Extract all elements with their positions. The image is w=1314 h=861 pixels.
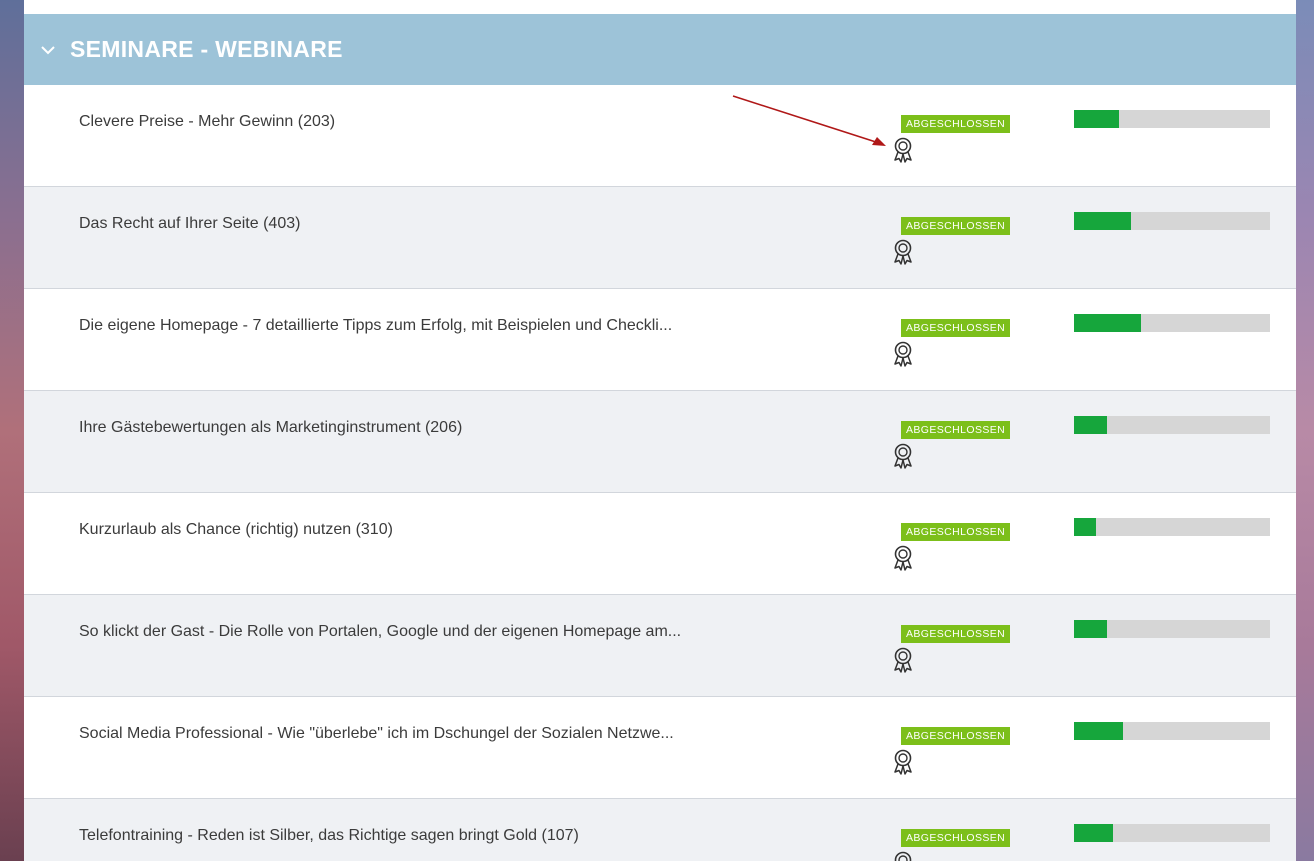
award-icon[interactable] [892, 545, 914, 571]
course-row[interactable]: Die eigene Homepage - 7 detaillierte Tip… [24, 289, 1296, 391]
status-badge: ABGESCHLOSSEN [901, 727, 1011, 745]
award-icon[interactable] [892, 647, 914, 673]
progress-fill [1074, 722, 1123, 740]
progress-bar [1074, 824, 1270, 842]
status-badge: ABGESCHLOSSEN [901, 523, 1011, 541]
progress-fill [1074, 416, 1108, 434]
progress-bar [1074, 314, 1270, 332]
course-title[interactable]: Ihre Gästebewertungen als Marketinginstr… [79, 419, 462, 437]
progress-bar [1074, 416, 1270, 434]
progress-fill [1074, 110, 1120, 128]
background-left [0, 0, 24, 861]
award-icon[interactable] [892, 239, 914, 265]
progress-bar [1074, 620, 1270, 638]
status-badge: ABGESCHLOSSEN [901, 115, 1011, 133]
course-title[interactable]: So klickt der Gast - Die Rolle von Porta… [79, 623, 681, 641]
award-icon[interactable] [892, 341, 914, 367]
progress-fill [1074, 212, 1131, 230]
progress-bar [1074, 212, 1270, 230]
course-title[interactable]: Kurzurlaub als Chance (richtig) nutzen (… [79, 521, 393, 539]
award-icon[interactable] [892, 749, 914, 775]
course-row[interactable]: Telefontraining - Reden ist Silber, das … [24, 799, 1296, 861]
status-badge: ABGESCHLOSSEN [901, 829, 1011, 847]
background-right [1296, 0, 1314, 861]
status-badge: ABGESCHLOSSEN [901, 421, 1011, 439]
course-title[interactable]: Das Recht auf Ihrer Seite (403) [79, 215, 300, 233]
course-row[interactable]: Clevere Preise - Mehr Gewinn (203) ABGESC… [24, 85, 1296, 187]
course-row[interactable]: Social Media Professional - Wie "überleb… [24, 697, 1296, 799]
course-row[interactable]: Ihre Gästebewertungen als Marketinginstr… [24, 391, 1296, 493]
course-row[interactable]: Kurzurlaub als Chance (richtig) nutzen (… [24, 493, 1296, 595]
course-title[interactable]: Social Media Professional - Wie "überleb… [79, 725, 674, 743]
award-icon[interactable] [892, 443, 914, 469]
progress-fill [1074, 620, 1108, 638]
section-title: SEMINARE - WEBINARE [70, 36, 343, 62]
course-row[interactable]: Das Recht auf Ihrer Seite (403) ABGESCHLO… [24, 187, 1296, 289]
section-header[interactable]: SEMINARE - WEBINARE [24, 14, 1296, 85]
award-icon[interactable] [892, 851, 914, 861]
page-top-strip [0, 0, 1314, 14]
status-badge: ABGESCHLOSSEN [901, 217, 1011, 235]
progress-bar [1074, 722, 1270, 740]
progress-bar [1074, 518, 1270, 536]
award-icon[interactable] [892, 137, 914, 163]
course-title[interactable]: Die eigene Homepage - 7 detaillierte Tip… [79, 317, 672, 335]
chevron-down-icon[interactable] [38, 40, 58, 60]
course-panel: SEMINARE - WEBINARE Clevere Preise - Meh… [24, 14, 1296, 861]
progress-fill [1074, 824, 1114, 842]
progress-fill [1074, 518, 1096, 536]
status-badge: ABGESCHLOSSEN [901, 319, 1011, 337]
progress-fill [1074, 314, 1141, 332]
progress-bar [1074, 110, 1270, 128]
course-row[interactable]: So klickt der Gast - Die Rolle von Porta… [24, 595, 1296, 697]
course-title[interactable]: Clevere Preise - Mehr Gewinn (203) [79, 113, 335, 131]
status-badge: ABGESCHLOSSEN [901, 625, 1011, 643]
course-title[interactable]: Telefontraining - Reden ist Silber, das … [79, 827, 579, 845]
course-list: Clevere Preise - Mehr Gewinn (203) ABGESC… [24, 85, 1296, 861]
